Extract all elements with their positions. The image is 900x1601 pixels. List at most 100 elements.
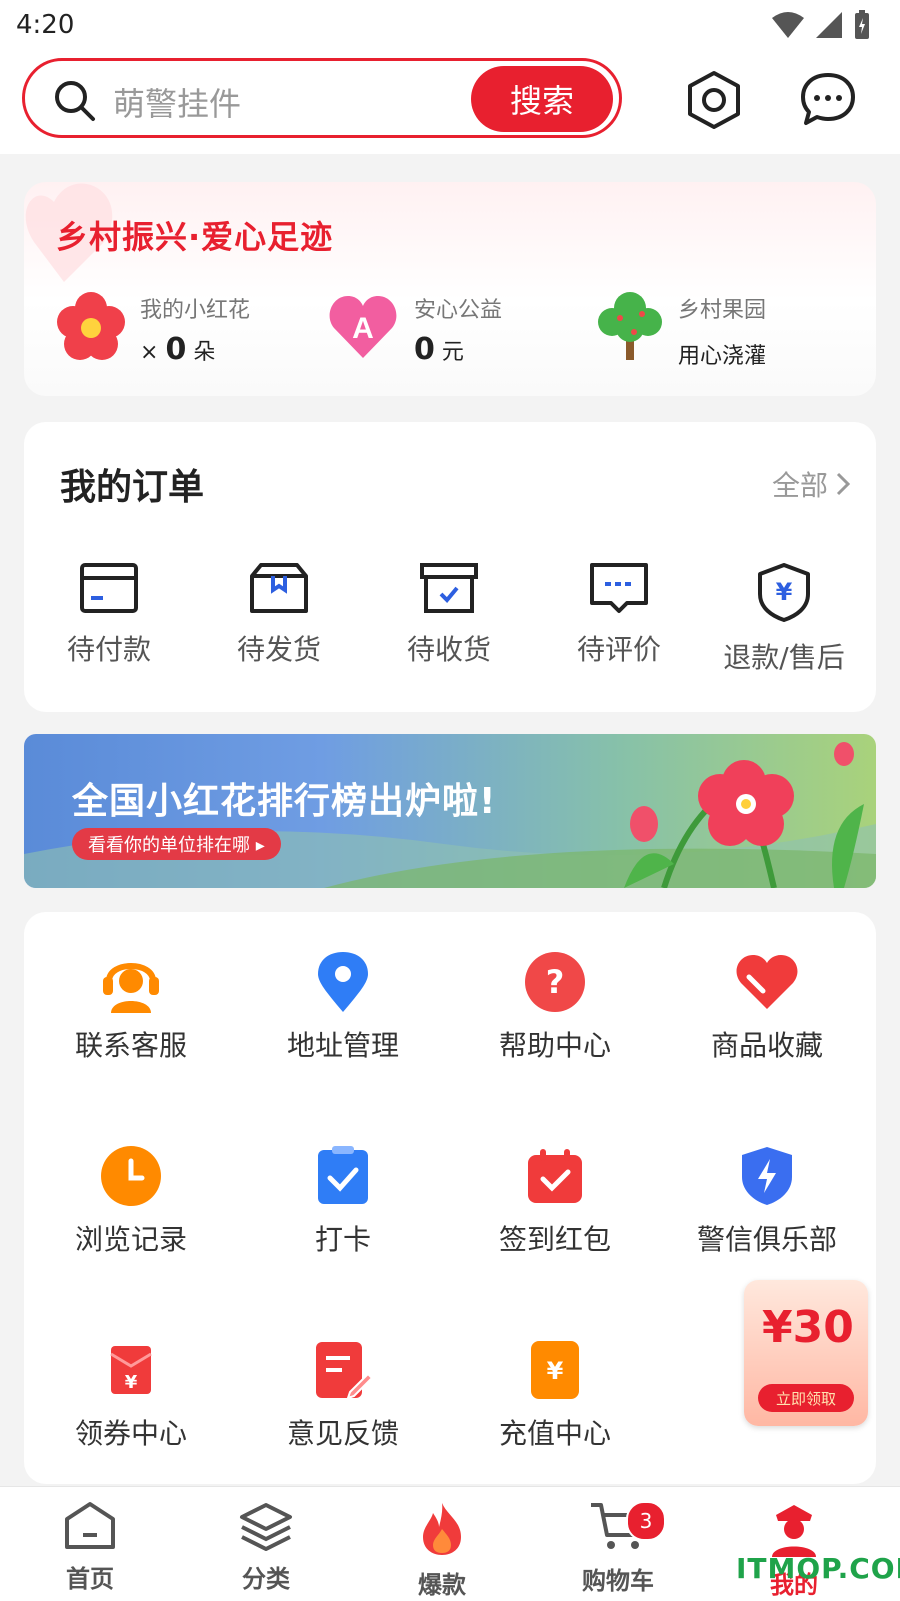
service-recharge[interactable]: ¥ 充值中心 bbox=[448, 1338, 662, 1452]
shield-bolt-icon bbox=[742, 1147, 792, 1205]
flower-decoration bbox=[624, 742, 864, 888]
nav-label: 爆款 bbox=[418, 1571, 466, 1599]
wifi-icon bbox=[772, 12, 804, 38]
orders-title: 我的订单 bbox=[60, 467, 205, 508]
flowers-value: × 0 朵 bbox=[140, 332, 216, 367]
nav-label: 首页 bbox=[66, 1565, 114, 1593]
settings-icon[interactable] bbox=[686, 70, 742, 130]
search-icon bbox=[55, 81, 95, 121]
tree-icon bbox=[598, 292, 662, 360]
battery-icon bbox=[855, 10, 869, 39]
charity-title: 乡村振兴·爱心足迹 bbox=[56, 218, 334, 256]
nav-label: 购物车 bbox=[582, 1567, 654, 1595]
orders-all-link[interactable]: 全部 bbox=[772, 464, 850, 504]
service-label: 领券中心 bbox=[74, 1417, 187, 1450]
order-pending-shipment[interactable]: 待发货 bbox=[194, 562, 364, 668]
svg-text:¥: ¥ bbox=[125, 1372, 138, 1393]
svg-text:¥: ¥ bbox=[547, 1357, 564, 1385]
clock-icon bbox=[101, 1146, 161, 1206]
recharge-icon: ¥ bbox=[531, 1341, 579, 1399]
service-customer-support[interactable]: 联系客服 bbox=[24, 950, 238, 1064]
order-pending-payment[interactable]: 待付款 bbox=[24, 562, 194, 668]
message-icon[interactable] bbox=[800, 72, 856, 126]
search-button[interactable]: 搜索 bbox=[471, 66, 613, 132]
service-label: 警信俱乐部 bbox=[696, 1223, 837, 1256]
nav-home[interactable]: 首页 bbox=[0, 1501, 180, 1594]
donation-label: 安心公益 bbox=[414, 298, 503, 323]
svg-text:?: ? bbox=[546, 963, 565, 1001]
order-refund[interactable]: ¥ 退款/售后 bbox=[692, 562, 876, 676]
package-icon bbox=[250, 563, 308, 613]
banner-title: 全国小红花排行榜出炉啦! bbox=[72, 781, 497, 822]
svg-text:A: A bbox=[352, 312, 374, 345]
service-label: 意见反馈 bbox=[286, 1417, 399, 1450]
box-check-icon bbox=[420, 563, 478, 613]
police-avatar-icon bbox=[772, 1505, 816, 1557]
order-label: 待收货 bbox=[406, 633, 491, 666]
search-input[interactable]: 萌警挂件 bbox=[113, 79, 241, 125]
coupon-float-button[interactable]: ¥30 立即领取 bbox=[744, 1280, 868, 1426]
banner-cta[interactable]: 看看你的单位排在哪 ▸ bbox=[72, 828, 281, 860]
nav-mine[interactable]: 我的 bbox=[704, 1501, 884, 1600]
order-pending-review[interactable]: 待评价 bbox=[534, 562, 704, 668]
status-icons bbox=[772, 10, 870, 40]
calendar-check-icon bbox=[528, 1149, 582, 1203]
order-pending-receipt[interactable]: 待收货 bbox=[364, 562, 534, 668]
watermark-text: ITMOP.COM bbox=[736, 1552, 900, 1585]
coupon-amount: ¥30 bbox=[762, 1302, 854, 1353]
service-label: 帮助中心 bbox=[498, 1029, 611, 1062]
help-icon: ? bbox=[525, 952, 585, 1012]
heart-icon bbox=[736, 955, 798, 1009]
service-coupon-center[interactable]: ¥ 领券中心 bbox=[24, 1338, 238, 1452]
service-label: 商品收藏 bbox=[710, 1029, 823, 1062]
order-label: 待付款 bbox=[66, 633, 151, 666]
ranking-banner[interactable]: 全国小红花排行榜出炉啦! 看看你的单位排在哪 ▸ bbox=[24, 734, 876, 888]
service-label: 联系客服 bbox=[74, 1029, 187, 1062]
headset-icon bbox=[103, 963, 159, 1013]
coupon-claim-button[interactable]: 立即领取 bbox=[758, 1384, 854, 1412]
nav-hot[interactable]: 爆款 bbox=[352, 1501, 532, 1600]
comment-icon bbox=[590, 563, 648, 613]
nav-cart[interactable]: 3 购物车 bbox=[528, 1501, 708, 1596]
status-time: 4:20 bbox=[16, 10, 75, 40]
service-checkin[interactable]: 打卡 bbox=[236, 1144, 450, 1258]
flame-icon bbox=[423, 1503, 461, 1555]
svg-text:¥: ¥ bbox=[776, 578, 793, 606]
signal-icon bbox=[816, 12, 842, 38]
service-history[interactable]: 浏览记录 bbox=[24, 1144, 238, 1258]
flowers-label: 我的小红花 bbox=[140, 298, 251, 323]
nav-label: 分类 bbox=[242, 1565, 290, 1593]
orders-all-label: 全部 bbox=[771, 469, 828, 502]
order-label: 退款/售后 bbox=[723, 641, 845, 674]
search-bar[interactable]: 萌警挂件 搜索 bbox=[22, 58, 622, 138]
coupon-envelope-icon: ¥ bbox=[110, 1346, 152, 1394]
cart-badge: 3 bbox=[626, 1501, 666, 1541]
service-address[interactable]: 地址管理 bbox=[236, 950, 450, 1064]
status-bar: 4:20 bbox=[0, 0, 900, 50]
nav-category[interactable]: 分类 bbox=[176, 1501, 356, 1594]
order-label: 待发货 bbox=[236, 633, 321, 666]
charity-card[interactable]: 乡村振兴·爱心足迹 我的小红花 × 0 朵 A 安心公益 0 元 乡村果园 用心… bbox=[24, 182, 876, 396]
service-favorites[interactable]: 商品收藏 bbox=[660, 950, 874, 1064]
service-sign-in-bonus[interactable]: 签到红包 bbox=[448, 1144, 662, 1258]
wallet-icon bbox=[80, 563, 138, 613]
service-label: 浏览记录 bbox=[74, 1223, 187, 1256]
service-label: 签到红包 bbox=[498, 1223, 611, 1256]
service-feedback[interactable]: 意见反馈 bbox=[236, 1338, 450, 1452]
order-label: 待评价 bbox=[576, 633, 661, 666]
service-label: 充值中心 bbox=[498, 1417, 611, 1450]
feedback-edit-icon bbox=[316, 1342, 372, 1400]
shield-yen-icon: ¥ bbox=[758, 563, 810, 622]
layers-icon bbox=[240, 1503, 292, 1552]
orders-card: 我的订单 全部 待付款 待发货 待收货 待评价 ¥ 退款/售后 bbox=[24, 422, 876, 712]
service-police-club[interactable]: 警信俱乐部 bbox=[660, 1144, 874, 1258]
chevron-right-icon bbox=[836, 472, 850, 496]
location-pin-icon bbox=[318, 952, 368, 1012]
heart-a-icon: A bbox=[329, 296, 397, 358]
orchard-label: 乡村果园 bbox=[678, 298, 767, 323]
service-label: 打卡 bbox=[314, 1223, 371, 1256]
service-label: 地址管理 bbox=[286, 1029, 399, 1062]
red-flower-icon bbox=[57, 292, 125, 360]
orchard-value: 用心浇灌 bbox=[678, 344, 767, 369]
service-help[interactable]: ? 帮助中心 bbox=[448, 950, 662, 1064]
